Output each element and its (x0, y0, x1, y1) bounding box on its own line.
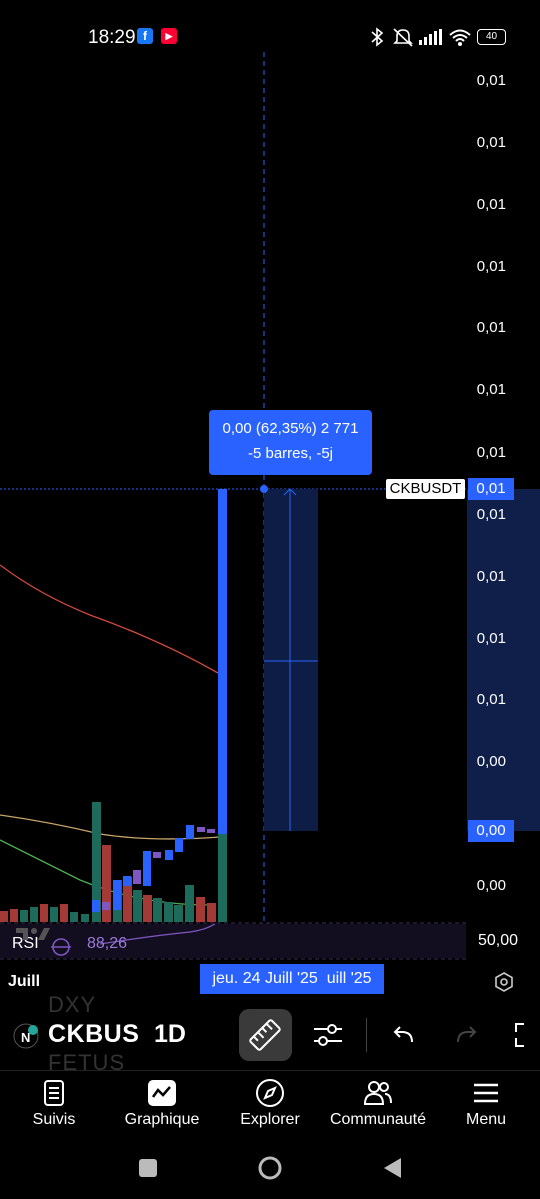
nav-label: Graphique (124, 1111, 200, 1128)
price-axis-label: 0,01 (476, 258, 506, 275)
nav-label: Menu (465, 1111, 507, 1128)
nav-menu[interactable]: Menu (432, 1070, 540, 1136)
price-axis-label: 0,01 (476, 196, 506, 213)
bluetooth-icon (371, 27, 384, 47)
crosshair-dot (260, 485, 268, 493)
interval-selector[interactable]: 1D (154, 1020, 186, 1049)
facebook-icon: f (137, 28, 153, 44)
time-axis-partial-label: uill '25 (326, 970, 372, 987)
fullscreen-icon[interactable] (512, 1020, 540, 1050)
candles (92, 489, 227, 912)
price-axis-label: 0,00 (476, 877, 506, 894)
price-axis-label: 0,01 (476, 319, 506, 336)
battery-icon: 40 (477, 29, 506, 45)
nav-label: Explorer (240, 1111, 300, 1128)
nav-label: Communauté (329, 1111, 427, 1128)
tooltip-line-2: -5 barres, -5j (247, 445, 334, 462)
measure-tooltip: 0,00 (62,35%) 2 771 -5 barres, -5j (209, 410, 372, 475)
sliders-icon[interactable] (311, 1020, 345, 1050)
big-candle (218, 489, 227, 834)
nav-label: Suivis (32, 1111, 76, 1128)
measure-axis-highlight (467, 489, 540, 831)
rsi-value: 88,26 (87, 935, 128, 952)
undo-icon[interactable] (390, 1022, 418, 1048)
ruler-button[interactable] (239, 1009, 292, 1061)
mute-icon (393, 28, 413, 47)
symbol-logo-icon: N (13, 1023, 39, 1049)
tooltip-line-1: 0,00 (62,35%) 2 771 (222, 420, 359, 437)
status-time: 18:29 (88, 27, 136, 48)
price-axis-label: 0,01 (476, 444, 506, 461)
current-price-tag: 0,01 (468, 478, 514, 500)
ruler-icon (249, 1019, 281, 1051)
back-icon[interactable] (381, 1156, 403, 1180)
rsi-pane[interactable] (0, 922, 540, 962)
rsi-scale-label: 50,00 (477, 932, 518, 949)
youtube-icon: ▶ (161, 28, 177, 44)
menu-icon (474, 1083, 498, 1103)
ticker-symbol[interactable]: CKBUS (48, 1020, 139, 1049)
price-axis-label: 0,00 (476, 753, 506, 770)
toolbar-divider (366, 1018, 367, 1052)
measure-range-box (264, 489, 318, 831)
ticker-previous[interactable]: DXY (48, 992, 96, 1018)
chart-settings-icon[interactable] (493, 971, 515, 993)
price-axis-label: 0,01 (476, 134, 506, 151)
community-icon (363, 1081, 392, 1105)
price-axis-label: 0,01 (476, 630, 506, 647)
price-axis-label: 0,01 (476, 568, 506, 585)
nav-community[interactable]: Communauté (324, 1070, 432, 1136)
price-axis-label: 0,01 (476, 506, 506, 523)
watchlist-icon (44, 1080, 64, 1106)
time-axis-month: Juill (8, 973, 41, 990)
wifi-icon (449, 29, 471, 46)
nav-watchlist[interactable]: Suivis (0, 1070, 108, 1136)
home-icon[interactable] (257, 1155, 283, 1181)
recents-icon[interactable] (137, 1157, 159, 1179)
price-axis-label: 0,01 (476, 691, 506, 708)
crosshair-date: jeu. 24 Juill '25 (212, 970, 318, 987)
price-axis-label: 0,01 (476, 72, 506, 89)
redo-icon[interactable] (452, 1022, 480, 1048)
nav-chart[interactable]: Graphique (108, 1070, 216, 1136)
symbol-price-tag: CKBUSDT (386, 479, 465, 499)
crosshair-date-tag: jeu. 24 Juill '25 uill '25 (200, 964, 384, 994)
tradingview-logo-icon (16, 928, 50, 940)
low-price-tag: 0,00 (468, 820, 514, 842)
signal-icon (419, 29, 442, 45)
nav-explore[interactable]: Explorer (216, 1070, 324, 1136)
compass-icon (256, 1079, 284, 1107)
price-axis-label: 0,01 (476, 381, 506, 398)
ma-red-line (0, 564, 219, 674)
chart-icon (148, 1080, 176, 1106)
